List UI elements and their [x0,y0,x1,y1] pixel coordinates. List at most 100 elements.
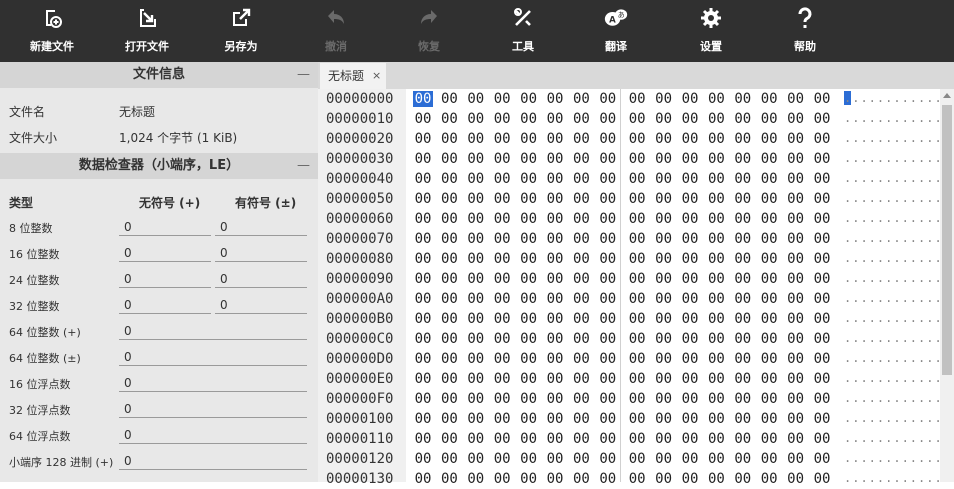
hex-byte[interactable]: 00 [466,311,486,327]
hex-byte[interactable]: 00 [733,231,753,247]
hex-byte[interactable]: 00 [759,151,779,167]
hex-byte[interactable]: 00 [598,91,618,107]
ascii-text[interactable]: ................ [844,371,954,385]
hex-byte[interactable]: 00 [466,211,486,227]
hex-byte[interactable]: 00 [492,211,512,227]
hex-byte[interactable]: 00 [545,211,565,227]
hex-byte[interactable]: 00 [759,211,779,227]
hex-byte[interactable]: 00 [519,111,539,127]
hex-byte[interactable]: 00 [759,91,779,107]
hex-byte[interactable]: 00 [759,291,779,307]
hex-byte[interactable]: 00 [519,351,539,367]
unsigned-value-field[interactable]: 0 [119,292,211,314]
hex-byte[interactable]: 00 [413,191,433,207]
hex-byte[interactable]: 00 [439,151,459,167]
hex-byte[interactable]: 00 [706,451,726,467]
hex-byte[interactable]: 00 [466,231,486,247]
hex-byte[interactable]: 00 [492,131,512,147]
hex-byte[interactable]: 00 [492,411,512,427]
hex-byte[interactable]: 00 [439,131,459,147]
hex-byte[interactable]: 00 [680,111,700,127]
hex-byte[interactable]: 00 [598,291,618,307]
hex-byte[interactable]: 00 [706,271,726,287]
hex-byte[interactable]: 00 [654,291,674,307]
hex-byte[interactable]: 00 [519,231,539,247]
hex-byte[interactable]: 00 [706,411,726,427]
hex-byte[interactable]: 00 [545,431,565,447]
hex-byte[interactable]: 00 [733,151,753,167]
hex-byte[interactable]: 00 [627,411,647,427]
hex-byte[interactable]: 00 [492,151,512,167]
hex-byte[interactable]: 00 [492,191,512,207]
hex-byte[interactable]: 00 [598,471,618,487]
hex-byte[interactable]: 00 [598,271,618,287]
hex-byte[interactable]: 00 [413,171,433,187]
hex-byte[interactable]: 00 [598,411,618,427]
hex-byte[interactable]: 00 [627,271,647,287]
hex-byte[interactable]: 00 [466,271,486,287]
ascii-text[interactable]: ................ [844,271,954,285]
hex-byte[interactable]: 00 [654,251,674,267]
hex-byte[interactable]: 00 [759,331,779,347]
hex-byte[interactable]: 00 [706,251,726,267]
hex-byte[interactable]: 00 [519,371,539,387]
hex-byte[interactable]: 00 [706,111,726,127]
value-field[interactable]: 0 [119,344,307,366]
file-info-header[interactable]: 文件信息 — [0,62,318,88]
hex-byte[interactable]: 00 [627,451,647,467]
hex-byte[interactable]: 00 [545,471,565,487]
hex-byte[interactable]: 00 [545,371,565,387]
hex-byte[interactable]: 00 [680,391,700,407]
hex-byte[interactable]: 00 [571,111,591,127]
hex-byte[interactable]: 00 [598,451,618,467]
hex-byte[interactable]: 00 [680,251,700,267]
hex-byte[interactable]: 00 [466,331,486,347]
hex-byte[interactable]: 00 [654,371,674,387]
hex-byte[interactable]: 00 [680,91,700,107]
ascii-text[interactable]: ................ [844,331,954,345]
hex-byte[interactable]: 00 [786,91,806,107]
hex-byte[interactable]: 00 [627,331,647,347]
hex-byte[interactable]: 00 [654,391,674,407]
hex-byte[interactable]: 00 [598,111,618,127]
hex-byte[interactable]: 00 [519,391,539,407]
new-file-button[interactable]: 新建文件 [7,0,97,62]
hex-byte[interactable]: 00 [680,351,700,367]
hex-byte[interactable]: 00 [759,171,779,187]
hex-byte[interactable]: 00 [466,171,486,187]
hex-byte[interactable]: 00 [519,291,539,307]
ascii-text[interactable]: ................ [844,291,954,305]
hex-byte[interactable]: 00 [571,451,591,467]
hex-byte[interactable]: 00 [759,451,779,467]
hex-byte[interactable]: 00 [812,331,832,347]
hex-byte[interactable]: 00 [571,431,591,447]
hex-byte[interactable]: 00 [413,231,433,247]
hex-byte[interactable]: 00 [492,451,512,467]
value-field[interactable]: 0 [119,370,307,392]
hex-byte[interactable]: 00 [706,151,726,167]
hex-byte[interactable]: 00 [571,251,591,267]
hex-byte[interactable]: 00 [786,391,806,407]
hex-byte[interactable]: 00 [812,451,832,467]
hex-byte[interactable]: 00 [654,331,674,347]
hex-byte[interactable]: 00 [598,251,618,267]
ascii-text[interactable]: ................ [844,351,954,365]
hex-byte[interactable]: 00 [733,211,753,227]
hex-byte[interactable]: 00 [571,371,591,387]
close-icon[interactable]: × [372,63,381,89]
hex-byte[interactable]: 00 [680,331,700,347]
hex-byte[interactable]: 00 [466,191,486,207]
hex-byte[interactable]: 00 [680,211,700,227]
hex-byte[interactable]: 00 [706,171,726,187]
hex-byte[interactable]: 00 [680,451,700,467]
hex-byte[interactable]: 00 [786,291,806,307]
signed-value-field[interactable]: 0 [215,292,307,314]
hex-byte[interactable]: 00 [519,91,539,107]
hex-byte[interactable]: 00 [545,251,565,267]
hex-byte[interactable]: 00 [545,191,565,207]
hex-byte[interactable]: 00 [680,191,700,207]
hex-byte[interactable]: 00 [812,311,832,327]
hex-byte[interactable]: 00 [812,431,832,447]
hex-byte[interactable]: 00 [545,151,565,167]
hex-byte[interactable]: 00 [654,111,674,127]
